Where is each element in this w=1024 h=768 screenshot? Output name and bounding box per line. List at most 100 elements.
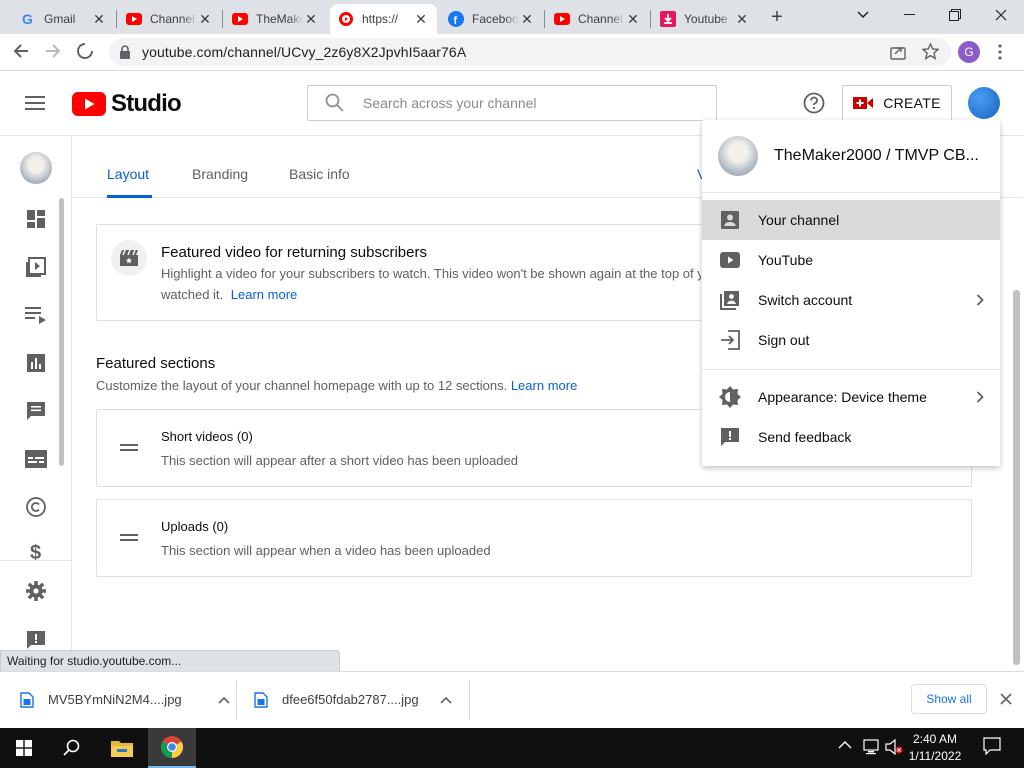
tab-separator (650, 10, 651, 28)
browser-tab-youtube-downloader[interactable]: Youtube ✕ (652, 4, 758, 34)
chevron-up-icon[interactable] (218, 696, 230, 704)
page-scrollbar[interactable] (1013, 290, 1020, 665)
close-window-button[interactable] (978, 0, 1024, 30)
learn-more-link[interactable]: Learn more (231, 287, 297, 302)
learn-more-link[interactable]: Learn more (511, 378, 577, 393)
comments-icon[interactable] (24, 399, 48, 423)
tab-label: Channel (150, 12, 195, 26)
volume-muted-icon[interactable] (885, 739, 903, 755)
download-separator (236, 680, 237, 720)
stop-loading-icon[interactable] (76, 42, 94, 60)
menu-item-send-feedback[interactable]: Send feedback (702, 417, 1000, 457)
menu-item-switch-account[interactable]: Switch account (702, 280, 1000, 320)
tab-label: Facebook (472, 12, 519, 26)
studio-logo[interactable]: Studio (72, 90, 182, 118)
search-input[interactable] (363, 94, 693, 112)
menu-item-your-channel[interactable]: Your channel (702, 200, 1000, 240)
tab-label: Youtube (684, 12, 728, 26)
more-vert-icon[interactable] (998, 44, 1002, 60)
tab-label: Gmail (44, 12, 76, 26)
notification-center-icon[interactable] (983, 737, 1001, 755)
studio-logo-text: Studio (111, 90, 182, 117)
show-hidden-icons-icon[interactable] (838, 740, 852, 750)
chevron-up-icon[interactable] (440, 696, 452, 704)
browser-tab-themaker[interactable]: TheMaker ✕ (224, 4, 327, 34)
close-icon[interactable]: ✕ (519, 11, 535, 27)
tab-layout[interactable]: Layout (107, 166, 149, 182)
taskbar-search-icon[interactable] (48, 728, 96, 768)
person-box-icon (702, 210, 758, 230)
menu-item-appearance[interactable]: Appearance: Device theme (702, 377, 1000, 417)
menu-item-sign-out[interactable]: Sign out (702, 320, 1000, 360)
restore-button[interactable] (932, 0, 978, 30)
section-desc: This section will appear when a video ha… (161, 543, 491, 558)
download-item[interactable]: MV5BYmNiN2M4....jpg (20, 671, 230, 728)
tab-search-icon[interactable] (840, 0, 886, 30)
account-name: TheMaker2000 / TMVP CB... (774, 147, 979, 164)
subtitles-icon[interactable] (24, 447, 48, 471)
tab-underline (107, 195, 152, 198)
browser-tab-studio-active[interactable]: https:// ✕ (330, 4, 437, 34)
browser-tab-facebook[interactable]: f Facebook ✕ (440, 4, 543, 34)
chrome-taskbar-icon[interactable] (148, 728, 196, 768)
dashboard-icon[interactable] (24, 207, 48, 231)
create-button[interactable]: CREATE (842, 85, 952, 121)
settings-gear-icon[interactable] (24, 579, 48, 603)
close-icon[interactable]: ✕ (734, 11, 750, 27)
menu-item-label: Switch account (758, 292, 853, 308)
content-icon[interactable] (24, 255, 48, 279)
help-icon[interactable] (803, 92, 825, 114)
lock-icon[interactable] (119, 45, 131, 59)
tab-label: https:// (362, 12, 399, 26)
network-icon[interactable] (862, 739, 880, 755)
copyright-icon[interactable] (24, 495, 48, 519)
sign-out-icon (702, 330, 758, 350)
download-item[interactable]: dfee6f50fdab2787....jpg (254, 671, 452, 728)
back-arrow-icon[interactable] (12, 42, 30, 60)
file-explorer-icon[interactable] (98, 728, 146, 768)
close-icon[interactable]: ✕ (625, 11, 641, 27)
monetization-icon[interactable]: $ (24, 542, 48, 560)
close-icon[interactable]: ✕ (91, 11, 107, 27)
show-all-button[interactable]: Show all (911, 684, 987, 714)
section-card-uploads (96, 499, 972, 577)
tab-branding[interactable]: Branding (192, 166, 248, 182)
drag-handle-icon[interactable] (120, 534, 138, 542)
browser-tab-gmail[interactable]: G Gmail ✕ (12, 4, 115, 34)
send-feedback-nav-icon[interactable] (24, 628, 48, 652)
profile-avatar[interactable]: G (958, 41, 980, 63)
close-icon[interactable]: ✕ (197, 11, 213, 27)
switch-account-icon (702, 290, 758, 310)
menu-item-youtube[interactable]: YouTube (702, 240, 1000, 280)
forward-arrow-icon[interactable] (44, 42, 62, 60)
minimize-button[interactable] (886, 0, 932, 30)
browser-tab-channel-2[interactable]: Channel ✕ (546, 4, 649, 34)
playlists-icon[interactable] (24, 303, 48, 327)
windows-start-icon[interactable] (0, 728, 48, 768)
analytics-icon[interactable] (24, 351, 48, 375)
share-icon[interactable] (890, 44, 906, 60)
download-separator (469, 680, 470, 720)
url-text[interactable]: youtube.com/channel/UCvy_2z6y8X2JpvhI5aa… (142, 44, 466, 60)
close-icon[interactable]: ✕ (303, 11, 319, 27)
channel-avatar[interactable] (20, 152, 52, 184)
section-title-row: Uploads (0) (161, 519, 228, 534)
hamburger-menu-icon[interactable] (25, 96, 45, 110)
youtube-icon (232, 11, 248, 27)
nav-divider (0, 560, 71, 561)
tab-separator (222, 10, 223, 28)
new-tab-button[interactable]: + (766, 6, 788, 28)
section-name: Short videos (161, 429, 234, 444)
nav-scrollbar[interactable] (59, 198, 64, 466)
feedback-icon (702, 427, 758, 447)
facebook-icon: f (448, 11, 464, 27)
bookmark-star-icon[interactable] (922, 43, 939, 60)
drag-handle-icon[interactable] (120, 444, 138, 452)
browser-tab-channel[interactable]: Channel ✕ (118, 4, 221, 34)
account-avatar[interactable] (968, 87, 1000, 119)
svg-text:f: f (454, 15, 458, 27)
taskbar-clock[interactable]: 2:40 AM 1/11/2022 (905, 731, 965, 765)
close-icon[interactable]: ✕ (413, 11, 429, 27)
tab-basic-info[interactable]: Basic info (289, 166, 350, 182)
close-downloads-icon[interactable] (1000, 693, 1012, 705)
